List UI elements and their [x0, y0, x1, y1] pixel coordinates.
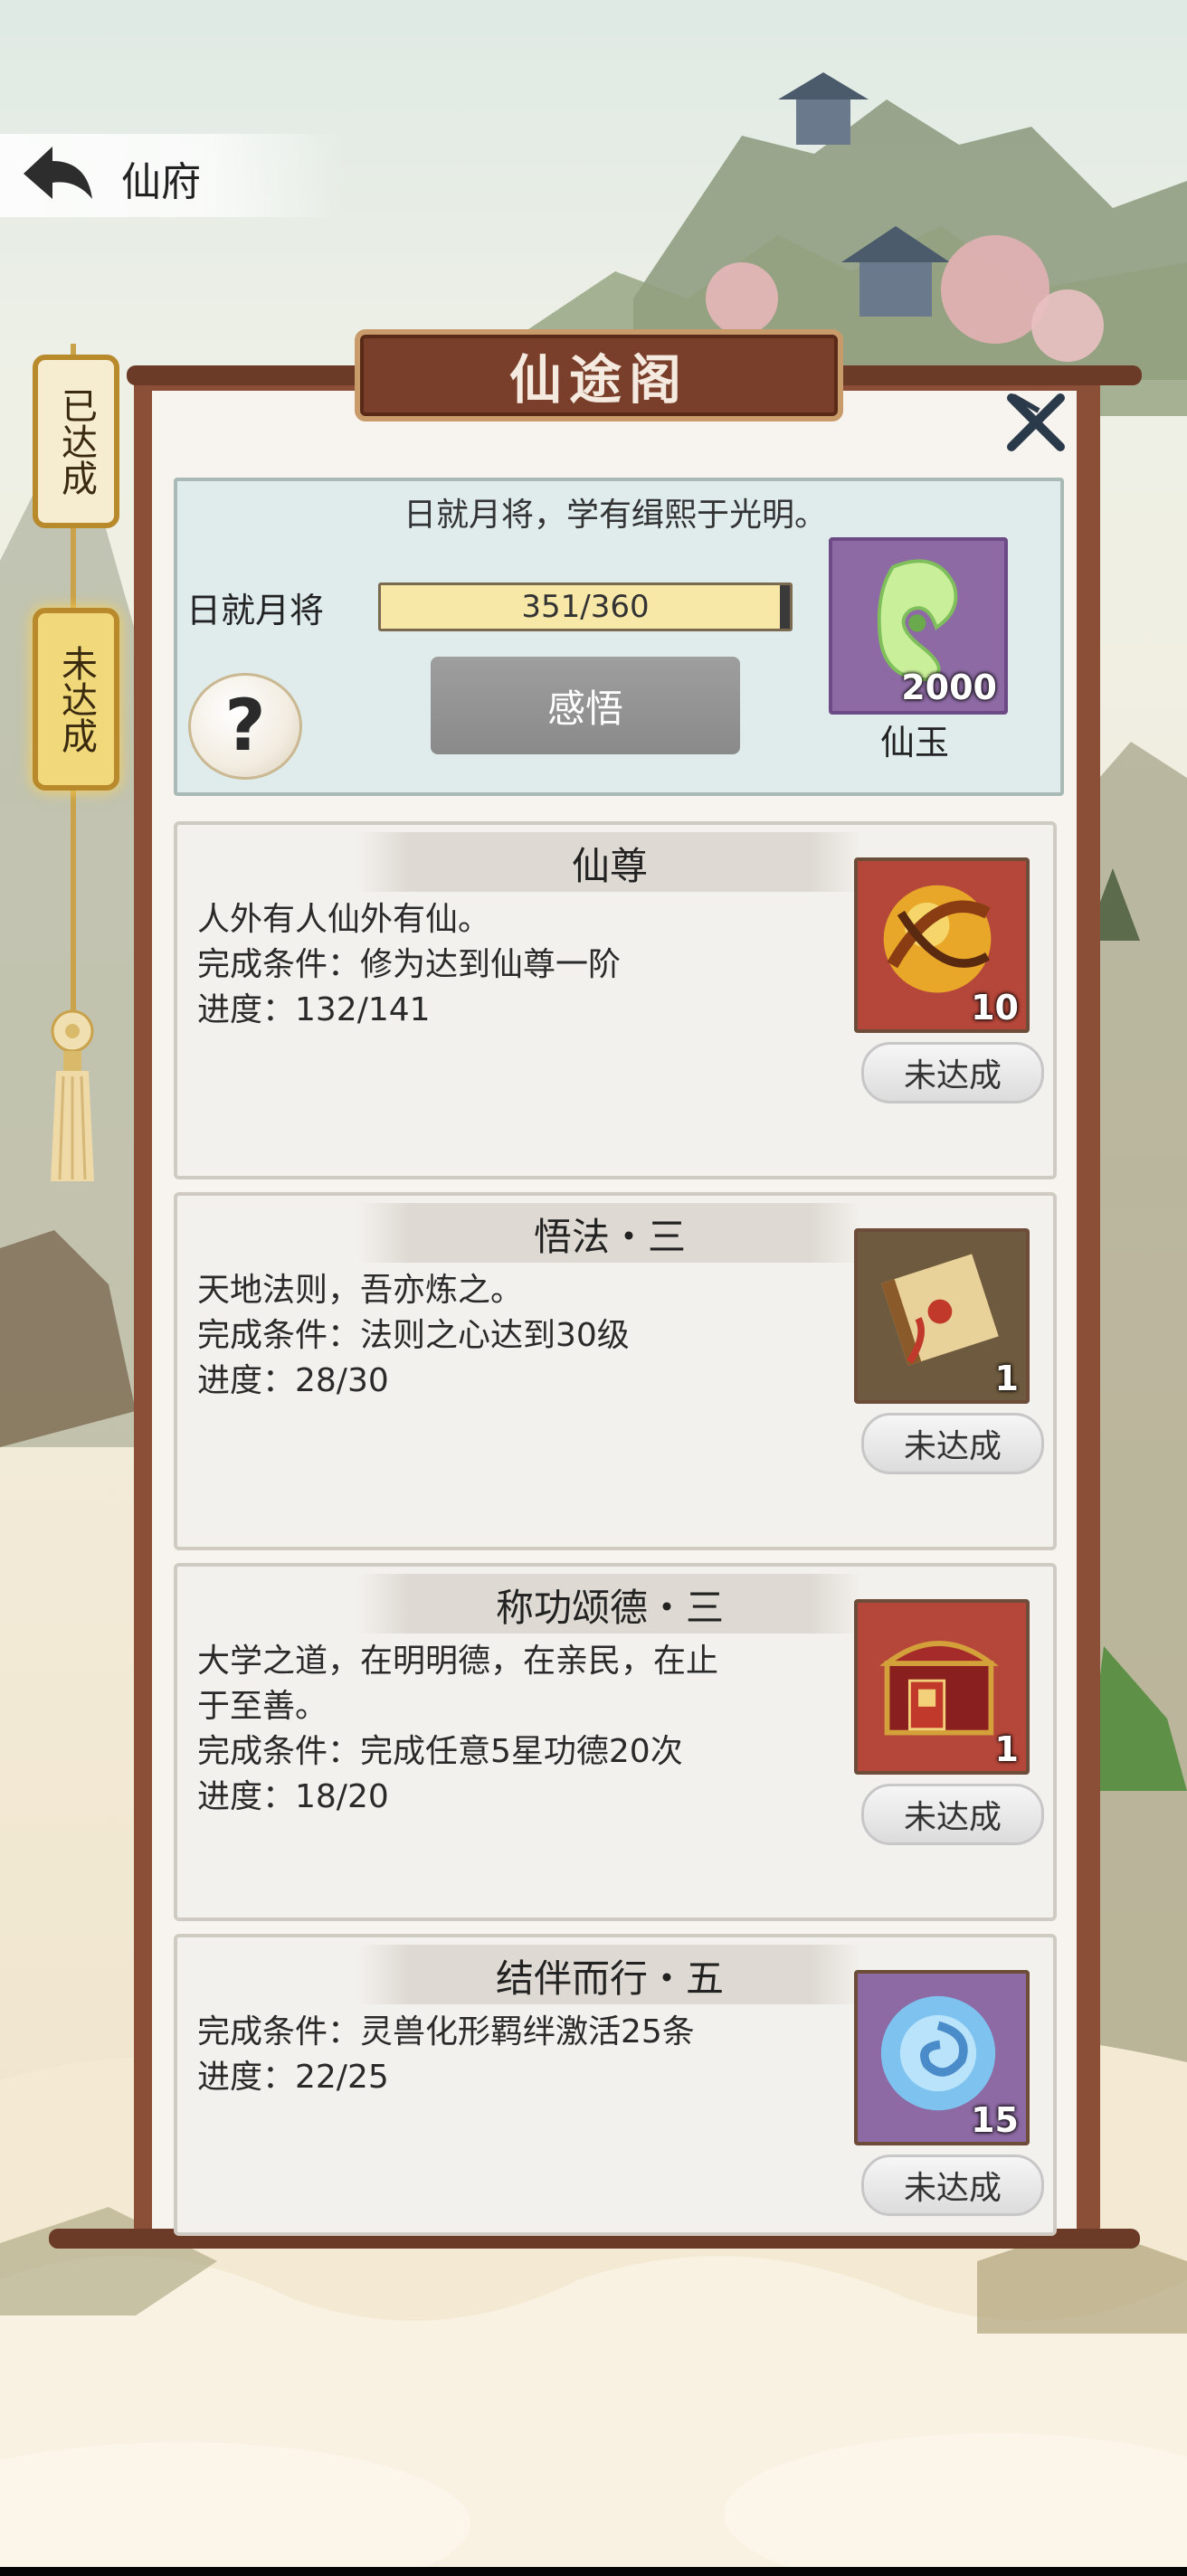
reward-count: 2000	[901, 668, 997, 707]
achievement-condition: 完成条件：完成任意5星功德20次	[197, 1733, 683, 1770]
status-button[interactable]: 未达成	[861, 1042, 1044, 1103]
achievement-desc: 天地法则，吾亦炼之。	[197, 1272, 524, 1309]
achievement-progress: 进度：18/20	[197, 1778, 389, 1815]
back-arrow-icon[interactable]	[16, 141, 98, 206]
item-count: 10	[971, 988, 1019, 1028]
status-button[interactable]: 未达成	[861, 2155, 1044, 2216]
achievement-title: 称功颂德・三	[495, 1586, 724, 1630]
achievement-progress: 进度：132/141	[197, 991, 431, 1028]
item-count: 1	[994, 1359, 1019, 1398]
tab-not-achieved[interactable]: 未达成	[33, 608, 119, 791]
achievement-card: 结伴而行・五 完成条件：灵兽化形羁绊激活25条 进度：22/25 15 未达成	[174, 1934, 1057, 2236]
close-icon[interactable]	[1004, 391, 1068, 454]
achievement-desc-cont: 于至善。	[197, 1688, 328, 1725]
progress-label: 日就月将	[186, 591, 325, 630]
status-bar-bottom	[0, 2567, 1187, 2576]
enlighten-button[interactable]: 感悟	[431, 657, 740, 754]
achievement-condition: 完成条件：灵兽化形羁绊激活25条	[197, 2013, 695, 2050]
reward-item[interactable]: 10	[854, 857, 1030, 1033]
progress-text: 351/360	[521, 589, 650, 625]
achievement-condition: 完成条件：修为达到仙尊一阶	[197, 946, 622, 983]
achievement-progress: 进度：22/25	[197, 2059, 389, 2096]
achievement-progress: 进度：28/30	[197, 1362, 389, 1399]
reward-item[interactable]: 1	[854, 1228, 1030, 1404]
reward-item[interactable]: 15	[854, 1970, 1030, 2145]
question-mark-icon: ?	[224, 686, 266, 767]
reward-item[interactable]: 1	[854, 1599, 1030, 1775]
achievement-card: 悟法・三 天地法则，吾亦炼之。 完成条件：法则之心达到30级 进度：28/30 …	[174, 1192, 1057, 1550]
item-count: 15	[971, 2100, 1019, 2140]
help-button[interactable]: ?	[188, 673, 302, 780]
status-button[interactable]: 未达成	[861, 1413, 1044, 1474]
progress-bar: 351/360	[378, 582, 793, 631]
achievement-card: 称功颂德・三 大学之道，在明明德，在亲民，在止 于至善。 完成条件：完成任意5星…	[174, 1563, 1057, 1921]
panel-title-plaque: 仙途阁	[355, 329, 843, 421]
tab-not-achieved-label: 未达成	[55, 645, 97, 753]
tab-achieved-label: 已达成	[55, 387, 97, 496]
summary-motto: 日就月将，学有缉熙于光明。	[403, 497, 827, 534]
achievement-title: 结伴而行・五	[495, 1956, 724, 2001]
achievement-condition: 完成条件：法则之心达到30级	[197, 1317, 630, 1354]
status-button[interactable]: 未达成	[861, 1784, 1044, 1845]
achievement-title: 悟法・三	[533, 1215, 686, 1259]
reward-name: 仙玉	[879, 723, 949, 762]
achievement-title: 仙尊	[571, 844, 648, 888]
achievement-desc: 大学之道，在明明德，在亲民，在止	[197, 1643, 719, 1680]
tassel-icon	[51, 1009, 94, 1181]
achievement-card: 仙尊 人外有人仙外有仙。 完成条件：修为达到仙尊一阶 进度：132/141 10…	[174, 821, 1057, 1179]
item-count: 1	[994, 1729, 1019, 1769]
header-title: 仙府	[121, 159, 201, 205]
panel-title: 仙途阁	[508, 349, 688, 411]
reward-item[interactable]: 2000	[829, 537, 1008, 715]
achievement-desc: 人外有人仙外有仙。	[197, 901, 491, 938]
tab-achieved[interactable]: 已达成	[33, 355, 119, 528]
